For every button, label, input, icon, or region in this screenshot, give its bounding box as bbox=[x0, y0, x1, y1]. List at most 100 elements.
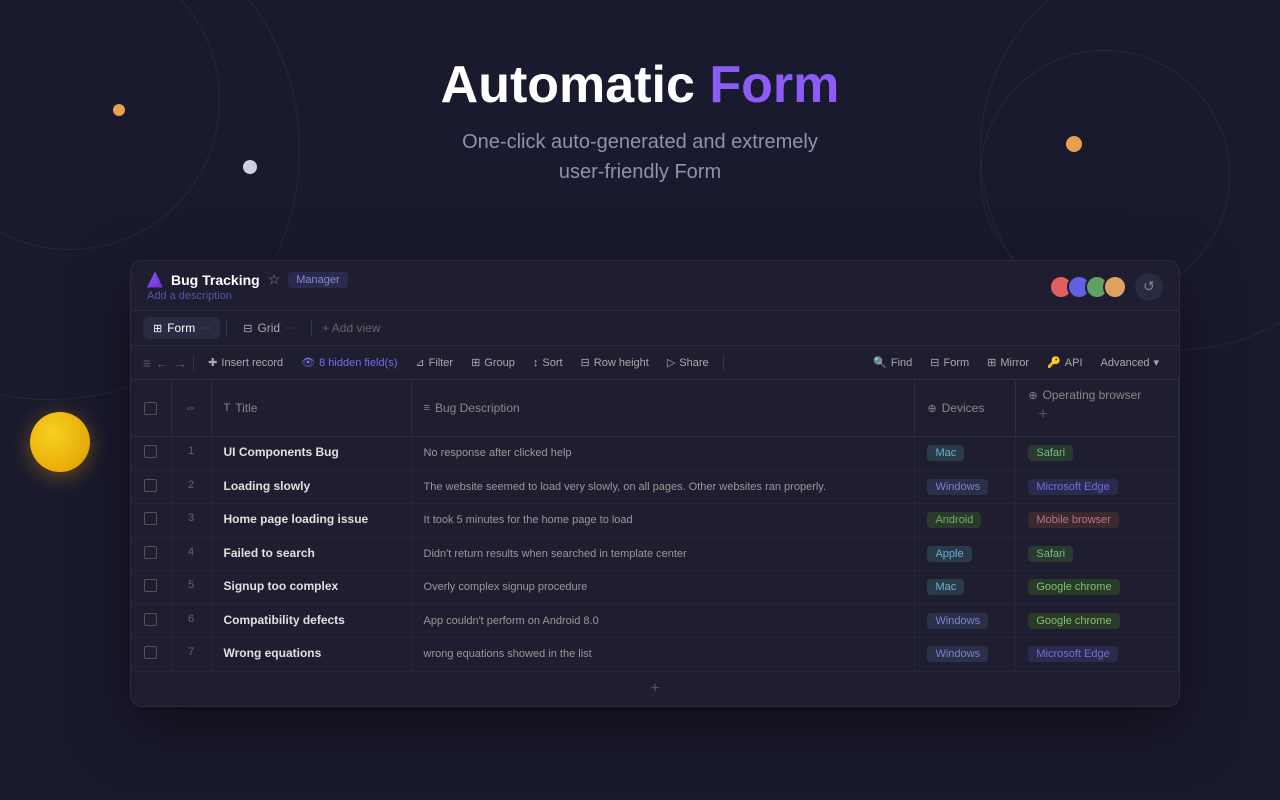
row-description: No response after clicked help bbox=[411, 437, 915, 471]
find-icon: 🔍 bbox=[873, 356, 887, 369]
row-checkbox-cell bbox=[131, 537, 171, 571]
nav-back-icon[interactable]: ← bbox=[155, 355, 169, 371]
device-chip: Windows bbox=[927, 613, 988, 629]
row-browser: Microsoft Edge bbox=[1016, 470, 1179, 504]
card-topbar-right: ↺ bbox=[1049, 273, 1163, 301]
row-title: Home page loading issue bbox=[211, 504, 411, 538]
mirror-button[interactable]: ⊞ Mirror bbox=[979, 352, 1037, 373]
triangle-icon bbox=[147, 272, 163, 288]
main-card: Bug Tracking ☆ Manager Add a description… bbox=[130, 260, 1180, 707]
card-topbar: Bug Tracking ☆ Manager Add a description… bbox=[131, 261, 1179, 311]
group-button[interactable]: ⊞ Group bbox=[463, 352, 523, 373]
yellow-ball-decoration bbox=[30, 412, 90, 472]
table-row: 4 Failed to search Didn't return results… bbox=[131, 537, 1179, 571]
device-chip: Android bbox=[927, 512, 981, 528]
row-device: Windows bbox=[915, 638, 1016, 672]
row-checkbox[interactable] bbox=[144, 646, 157, 659]
add-description-link[interactable]: Add a description bbox=[147, 290, 348, 302]
table-row: 2 Loading slowly The website seemed to l… bbox=[131, 470, 1179, 504]
row-title: Failed to search bbox=[211, 537, 411, 571]
row-browser: Microsoft Edge bbox=[1016, 638, 1179, 672]
api-button[interactable]: 🔑 API bbox=[1039, 352, 1090, 373]
insert-icon: ✚ bbox=[208, 356, 217, 369]
tab-form[interactable]: ⊞ Form ⋯ bbox=[143, 317, 220, 339]
add-column-button[interactable]: + bbox=[1028, 402, 1057, 428]
row-num: 4 bbox=[171, 537, 211, 571]
devices-col-icon: ⊕ bbox=[927, 402, 936, 415]
browser-chip: Safari bbox=[1028, 445, 1073, 461]
tab-separator-2 bbox=[311, 320, 312, 336]
pen-icon: ✏ bbox=[187, 404, 195, 415]
device-chip: Windows bbox=[927, 479, 988, 495]
form-tab-more[interactable]: ⋯ bbox=[200, 323, 210, 334]
row-device: Mac bbox=[915, 571, 1016, 605]
browser-chip: Google chrome bbox=[1028, 613, 1119, 629]
row-checkbox[interactable] bbox=[144, 445, 157, 458]
col-description: ≡ Bug Description bbox=[411, 380, 915, 437]
table-row: 5 Signup too complex Overly complex sign… bbox=[131, 571, 1179, 605]
row-height-button[interactable]: ⊟ Row height bbox=[573, 352, 657, 373]
refresh-button[interactable]: ↺ bbox=[1135, 273, 1163, 301]
row-checkbox[interactable] bbox=[144, 512, 157, 525]
sort-button[interactable]: ↕ Sort bbox=[525, 353, 571, 373]
hidden-fields-button[interactable]: 👁 8 hidden field(s) bbox=[293, 352, 405, 373]
row-checkbox[interactable] bbox=[144, 546, 157, 559]
row-num: 1 bbox=[171, 437, 211, 471]
tab-grid[interactable]: ⊟ Grid ⋯ bbox=[233, 317, 305, 339]
advanced-button[interactable]: Advanced ▾ bbox=[1093, 352, 1167, 373]
row-device: Mac bbox=[915, 437, 1016, 471]
col-devices: ⊕ Devices bbox=[915, 380, 1016, 437]
toolbar-sep-2 bbox=[723, 355, 724, 371]
device-chip: Mac bbox=[927, 579, 964, 595]
table-container: ✏ T Title ≡ Bug Description bbox=[131, 380, 1179, 706]
browser-chip: Safari bbox=[1028, 546, 1073, 562]
grid-tab-icon: ⊟ bbox=[243, 322, 252, 335]
title-white: Automatic bbox=[441, 56, 695, 114]
row-browser: Safari bbox=[1016, 437, 1179, 471]
form-button[interactable]: ⊟ Form bbox=[922, 352, 977, 373]
grid-tab-more[interactable]: ⋯ bbox=[285, 323, 295, 334]
filter-button[interactable]: ⊿ Filter bbox=[407, 352, 461, 373]
col-checkbox bbox=[131, 380, 171, 437]
add-row-button[interactable]: + bbox=[131, 672, 1179, 706]
insert-record-button[interactable]: ✚ Insert record bbox=[200, 352, 291, 373]
card-title-text: Bug Tracking bbox=[171, 272, 260, 288]
device-chip: Mac bbox=[927, 445, 964, 461]
row-description: Didn't return results when searched in t… bbox=[411, 537, 915, 571]
row-device: Windows bbox=[915, 604, 1016, 638]
browser-chip: Microsoft Edge bbox=[1028, 479, 1117, 495]
toolbar-right: 🔍 Find ⊟ Form ⊞ Mirror 🔑 API Advanced ▾ bbox=[865, 352, 1167, 373]
row-checkbox-cell bbox=[131, 638, 171, 672]
avatar-group bbox=[1049, 275, 1127, 299]
row-title: Signup too complex bbox=[211, 571, 411, 605]
row-title: Loading slowly bbox=[211, 470, 411, 504]
nav-list-icon[interactable]: ≡ bbox=[143, 355, 151, 371]
toolbar-nav: ≡ ← → bbox=[143, 355, 187, 371]
card-title-area: Bug Tracking ☆ Manager bbox=[147, 271, 348, 288]
row-checkbox[interactable] bbox=[144, 613, 157, 626]
nav-forward-icon[interactable]: → bbox=[173, 355, 187, 371]
row-checkbox[interactable] bbox=[144, 479, 157, 492]
table-header-row: ✏ T Title ≡ Bug Description bbox=[131, 380, 1179, 437]
form-icon: ⊟ bbox=[930, 356, 939, 369]
row-num: 6 bbox=[171, 604, 211, 638]
row-height-icon: ⊟ bbox=[581, 356, 590, 369]
row-checkbox[interactable] bbox=[144, 579, 157, 592]
star-icon[interactable]: ☆ bbox=[268, 271, 281, 288]
find-button[interactable]: 🔍 Find bbox=[865, 352, 920, 373]
add-view-button[interactable]: + Add view bbox=[322, 321, 380, 335]
select-all-checkbox[interactable] bbox=[144, 402, 157, 415]
row-checkbox-cell bbox=[131, 437, 171, 471]
browser-col-icon: ⊕ bbox=[1028, 389, 1037, 402]
sort-icon: ↕ bbox=[533, 357, 539, 369]
grid-tab-label: Grid bbox=[257, 321, 280, 335]
share-button[interactable]: ▷ Share bbox=[659, 352, 717, 373]
col-num: ✏ bbox=[171, 380, 211, 437]
desc-col-icon: ≡ bbox=[424, 402, 430, 414]
row-description: wrong equations showed in the list bbox=[411, 638, 915, 672]
row-browser: Mobile browser bbox=[1016, 504, 1179, 538]
filter-icon: ⊿ bbox=[415, 356, 424, 369]
row-description: The website seemed to load very slowly, … bbox=[411, 470, 915, 504]
row-checkbox-cell bbox=[131, 470, 171, 504]
row-num: 7 bbox=[171, 638, 211, 672]
